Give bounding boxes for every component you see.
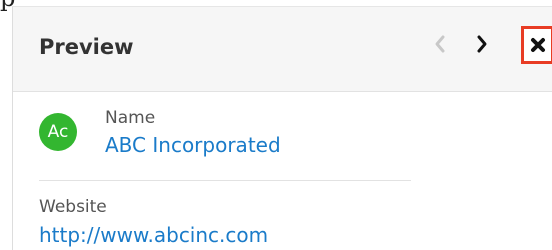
preview-header: Preview [13, 7, 552, 92]
preview-panel: Preview Ac Name ABC Incorporated Website… [12, 6, 552, 250]
website-label: Website [39, 197, 107, 217]
name-link[interactable]: ABC Incorporated [105, 132, 281, 158]
website-link[interactable]: http://www.abcinc.com [39, 222, 268, 248]
name-label: Name [105, 108, 156, 128]
preview-body: Ac Name ABC Incorporated Website http://… [13, 92, 552, 250]
close-icon [530, 38, 545, 52]
field-divider [39, 180, 411, 181]
preview-page: p Preview Ac Name ABC In [0, 0, 552, 250]
next-record-button[interactable] [469, 29, 495, 59]
close-preview-button[interactable] [521, 26, 552, 64]
chevron-right-icon [477, 35, 487, 53]
chevron-left-icon [435, 35, 445, 53]
previous-record-button[interactable] [427, 29, 453, 59]
account-avatar: Ac [39, 113, 77, 151]
preview-title: Preview [39, 35, 134, 59]
